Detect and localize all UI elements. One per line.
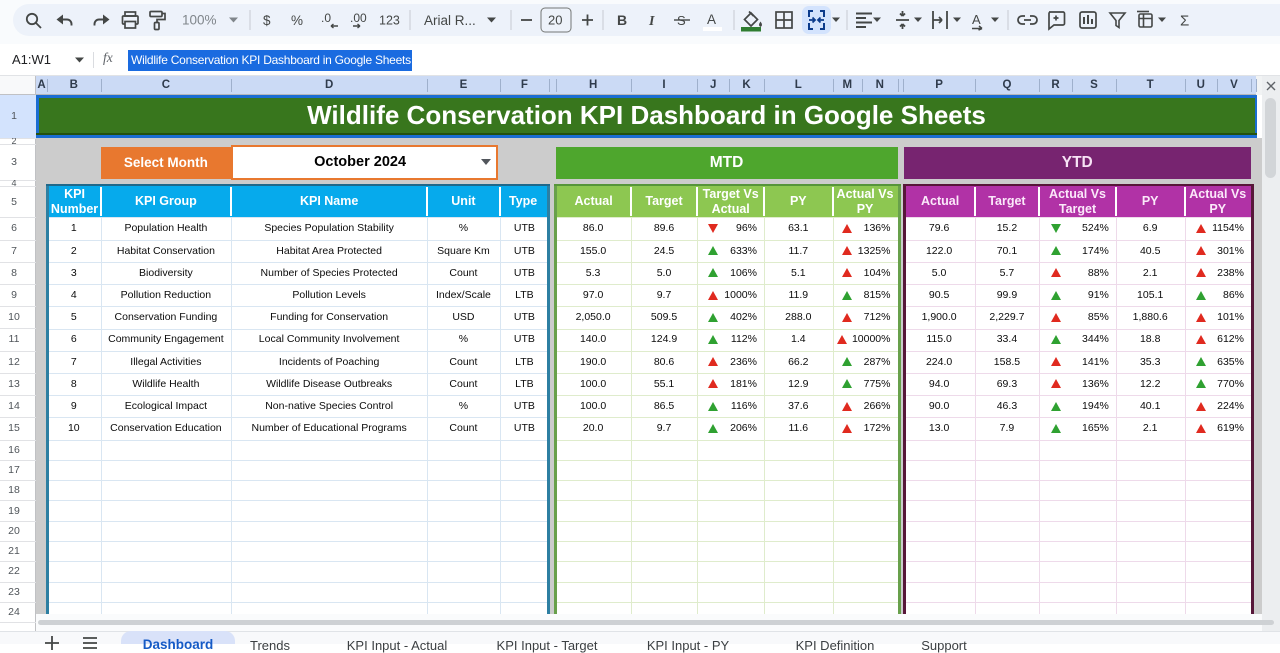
svg-text:I: I	[648, 14, 655, 29]
svg-text:.00: .00	[350, 11, 367, 25]
svg-text:A: A	[972, 12, 981, 27]
svg-text:Σ: Σ	[1180, 13, 1189, 30]
svg-text:A: A	[707, 12, 716, 27]
svg-text:.0: .0	[321, 11, 331, 25]
svg-text:100%: 100%	[182, 13, 217, 28]
svg-text:B: B	[617, 12, 627, 28]
svg-text:123: 123	[379, 14, 400, 28]
svg-text:Arial R...: Arial R...	[424, 13, 476, 28]
svg-text:$: $	[263, 13, 271, 28]
svg-text:20: 20	[548, 13, 562, 28]
svg-text:%: %	[291, 13, 303, 28]
